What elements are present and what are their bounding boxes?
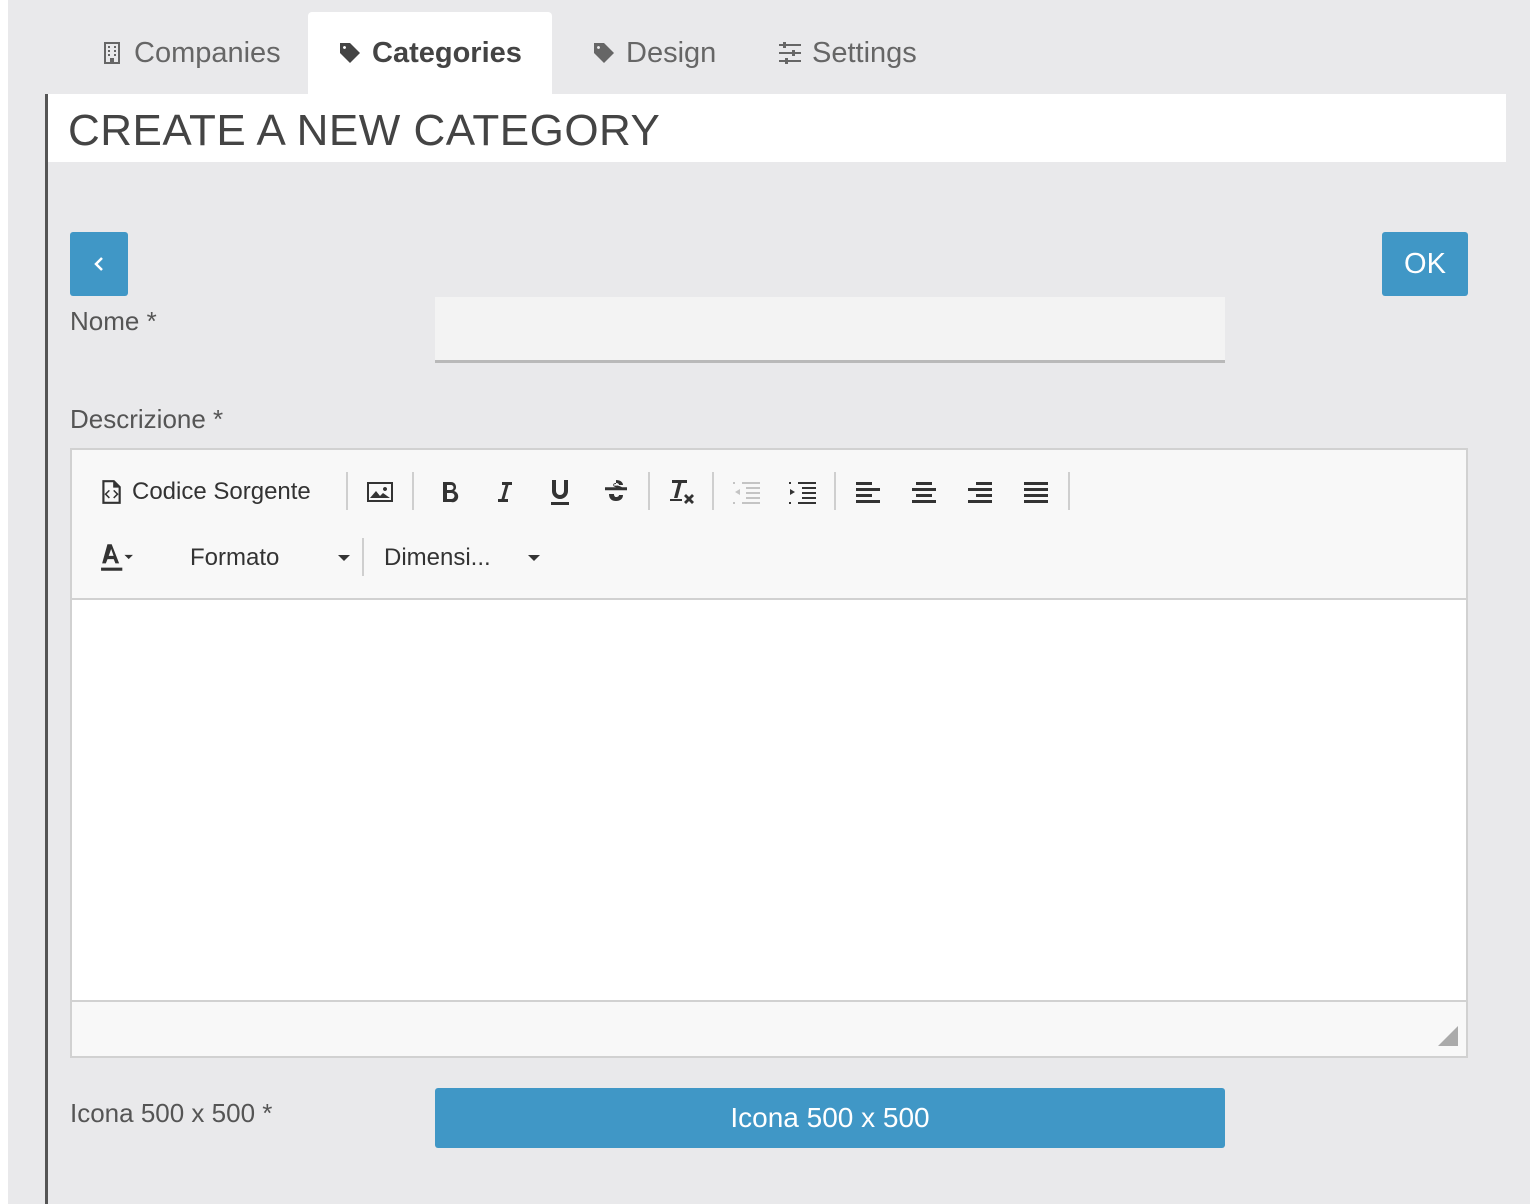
- toolbar-separator: [648, 472, 650, 510]
- rich-text-editor: Codice Sorgente Formato Dimensi...: [70, 448, 1468, 1058]
- size-dropdown-label: Dimensi...: [384, 544, 491, 571]
- chevron-left-icon: [94, 257, 103, 271]
- editor-content-area[interactable]: [72, 600, 1466, 1002]
- text-color-icon: [101, 544, 133, 571]
- tab-categories[interactable]: Categories: [308, 12, 552, 94]
- building-icon: [104, 42, 120, 64]
- underline-icon: [551, 480, 569, 505]
- remove-format-icon: [670, 480, 694, 504]
- page-title: CREATE A NEW CATEGORY: [68, 106, 661, 155]
- tab-label: Companies: [134, 36, 281, 69]
- ok-button[interactable]: OK: [1382, 232, 1468, 296]
- image-icon: [367, 482, 393, 502]
- app-frame: Companies Categories Design Settings CRE…: [8, 0, 1530, 1204]
- align-justify-button[interactable]: [1018, 472, 1054, 512]
- indent-icon: [789, 482, 816, 504]
- remove-format-button[interactable]: [662, 472, 700, 512]
- tab-label: Settings: [812, 36, 917, 69]
- sliders-icon: [779, 42, 801, 64]
- align-left-button[interactable]: [850, 472, 886, 512]
- source-code-label: Codice Sorgente: [132, 478, 311, 505]
- tab-label: Categories: [372, 36, 522, 69]
- toolbar-separator: [346, 472, 348, 510]
- italic-icon: [498, 482, 512, 502]
- outdent-button[interactable]: [728, 472, 764, 512]
- tab-design[interactable]: Design: [592, 12, 716, 94]
- left-border: [45, 94, 48, 1204]
- editor-toolbar: Codice Sorgente Formato Dimensi...: [72, 450, 1466, 600]
- resize-handle-icon[interactable]: [1438, 1026, 1458, 1046]
- toolbar-separator: [412, 472, 414, 510]
- tab-companies[interactable]: Companies: [100, 12, 281, 94]
- caret-down-icon: [528, 555, 540, 561]
- caret-down-icon: [338, 555, 350, 561]
- title-bar: CREATE A NEW CATEGORY: [48, 94, 1506, 162]
- text-color-button[interactable]: [100, 538, 134, 578]
- bold-button[interactable]: [432, 472, 468, 512]
- back-button[interactable]: [70, 232, 128, 296]
- descrizione-label: Descrizione *: [70, 404, 224, 434]
- icona-label: Icona 500 x 500 *: [70, 1098, 273, 1128]
- size-dropdown[interactable]: Dimensi...: [384, 538, 540, 578]
- tab-label: Design: [626, 36, 717, 69]
- align-center-button[interactable]: [906, 472, 942, 512]
- bold-icon: [443, 482, 459, 503]
- tag-icon: [594, 43, 614, 63]
- align-right-button[interactable]: [962, 472, 998, 512]
- strikethrough-button[interactable]: [598, 472, 634, 512]
- tag-icon: [340, 43, 360, 63]
- toolbar-separator: [834, 472, 836, 510]
- nome-input[interactable]: [435, 297, 1225, 363]
- align-right-icon: [968, 482, 992, 503]
- nome-label: Nome *: [70, 306, 157, 336]
- italic-button[interactable]: [486, 472, 522, 512]
- outdent-icon: [733, 482, 760, 504]
- toolbar-separator: [1068, 472, 1070, 510]
- align-center-icon: [912, 482, 936, 503]
- strikethrough-icon: [605, 480, 627, 501]
- tab-settings[interactable]: Settings: [778, 12, 917, 94]
- indent-button[interactable]: [784, 472, 820, 512]
- source-code-button[interactable]: Codice Sorgente: [100, 472, 311, 512]
- icona-upload-button[interactable]: Icona 500 x 500: [435, 1088, 1225, 1148]
- image-button[interactable]: [362, 472, 398, 512]
- source-code-icon: [102, 480, 121, 504]
- format-dropdown-label: Formato: [190, 544, 280, 571]
- format-dropdown[interactable]: Formato: [190, 538, 350, 578]
- align-left-icon: [856, 482, 880, 503]
- underline-button[interactable]: [542, 472, 578, 512]
- toolbar-separator: [712, 472, 714, 510]
- align-justify-icon: [1024, 482, 1048, 503]
- toolbar-separator: [362, 538, 364, 576]
